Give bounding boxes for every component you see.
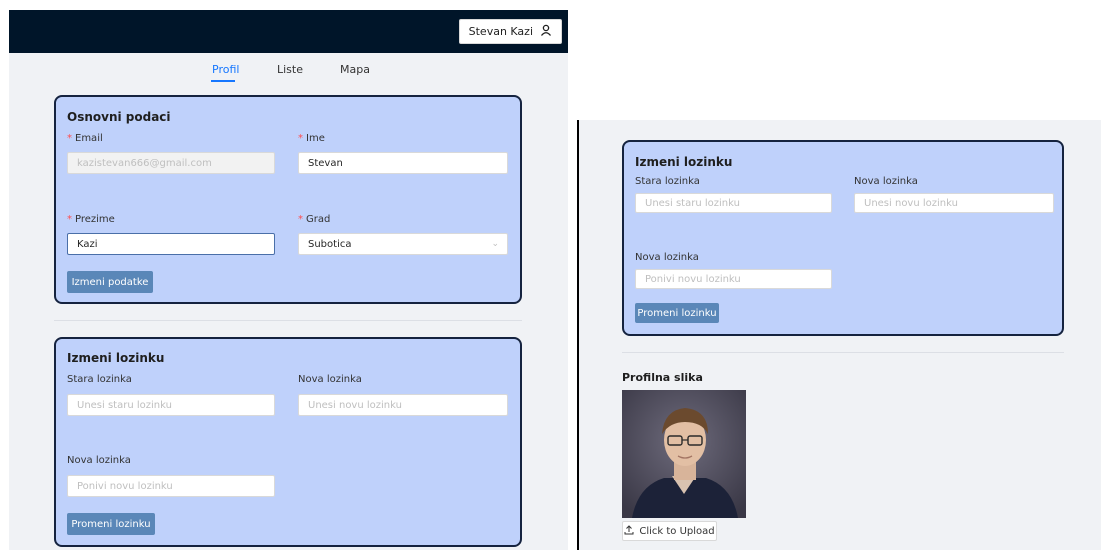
user-icon xyxy=(540,24,552,39)
section-divider xyxy=(54,320,522,321)
upload-button[interactable]: Click to Upload xyxy=(622,521,717,541)
profile-page-left: Stevan Kazi Profil Liste Mapa Osnovni po… xyxy=(9,10,568,550)
chevron-down-icon: ⌄ xyxy=(491,239,499,249)
tab-bar: Profil Liste Mapa xyxy=(9,53,568,95)
old-password-input[interactable]: Unesi staru lozinku xyxy=(635,193,832,213)
old-password-label: Stara lozinka xyxy=(635,176,700,187)
change-password-button[interactable]: Promeni lozinku xyxy=(635,303,719,323)
upload-icon xyxy=(624,524,634,538)
old-password-label: Stara lozinka xyxy=(67,374,132,385)
top-navigation-bar: Stevan Kazi xyxy=(9,10,568,53)
repeat-password-input[interactable]: Ponivi novu lozinku xyxy=(635,269,832,289)
email-label: * Email xyxy=(67,133,103,144)
prezime-label: * Prezime xyxy=(67,214,115,225)
repeat-password-label: Nova lozinka xyxy=(67,455,131,466)
active-tab-indicator xyxy=(211,80,235,82)
tab-liste[interactable]: Liste xyxy=(277,63,303,76)
new-password-input[interactable]: Unesi novu lozinku xyxy=(854,193,1054,213)
user-menu-button[interactable]: Stevan Kazi xyxy=(458,19,562,44)
card-title: Izmeni lozinku xyxy=(67,351,165,365)
change-password-card: Izmeni lozinku Stara lozinka Unesi staru… xyxy=(622,140,1064,336)
repeat-password-input[interactable]: Ponivi novu lozinku xyxy=(67,475,275,497)
new-password-label: Nova lozinka xyxy=(298,374,362,385)
profile-page-right: Izmeni lozinku Stara lozinka Unesi staru… xyxy=(579,120,1101,550)
section-divider xyxy=(622,352,1064,353)
tab-profil[interactable]: Profil xyxy=(212,63,239,76)
profile-photo xyxy=(622,390,746,518)
card-title: Izmeni lozinku xyxy=(635,155,733,169)
update-info-button[interactable]: Izmeni podatke xyxy=(67,271,153,293)
grad-label: * Grad xyxy=(298,214,331,225)
upload-label: Click to Upload xyxy=(639,525,715,537)
new-password-input[interactable]: Unesi novu lozinku xyxy=(298,394,508,416)
tab-mapa[interactable]: Mapa xyxy=(340,63,370,76)
repeat-password-label: Nova lozinka xyxy=(635,252,699,263)
prezime-field[interactable]: Kazi xyxy=(67,233,275,255)
new-password-label: Nova lozinka xyxy=(854,176,918,187)
card-title: Osnovni podaci xyxy=(67,110,171,124)
old-password-input[interactable]: Unesi staru lozinku xyxy=(67,394,275,416)
grad-select[interactable]: Subotica ⌄ xyxy=(298,233,508,255)
basic-info-card: Osnovni podaci * Email kazistevan666@gmai… xyxy=(54,95,522,304)
ime-label: * Ime xyxy=(298,133,325,144)
user-name: Stevan Kazi xyxy=(468,25,533,38)
email-field[interactable]: kazistevan666@gmail.com xyxy=(67,152,275,174)
profile-picture-title: Profilna slika xyxy=(622,371,703,384)
grad-selected-value: Subotica xyxy=(308,238,352,250)
change-password-card: Izmeni lozinku Stara lozinka Unesi staru… xyxy=(54,337,522,547)
ime-field[interactable]: Stevan xyxy=(298,152,508,174)
change-password-button[interactable]: Promeni lozinku xyxy=(67,513,155,535)
